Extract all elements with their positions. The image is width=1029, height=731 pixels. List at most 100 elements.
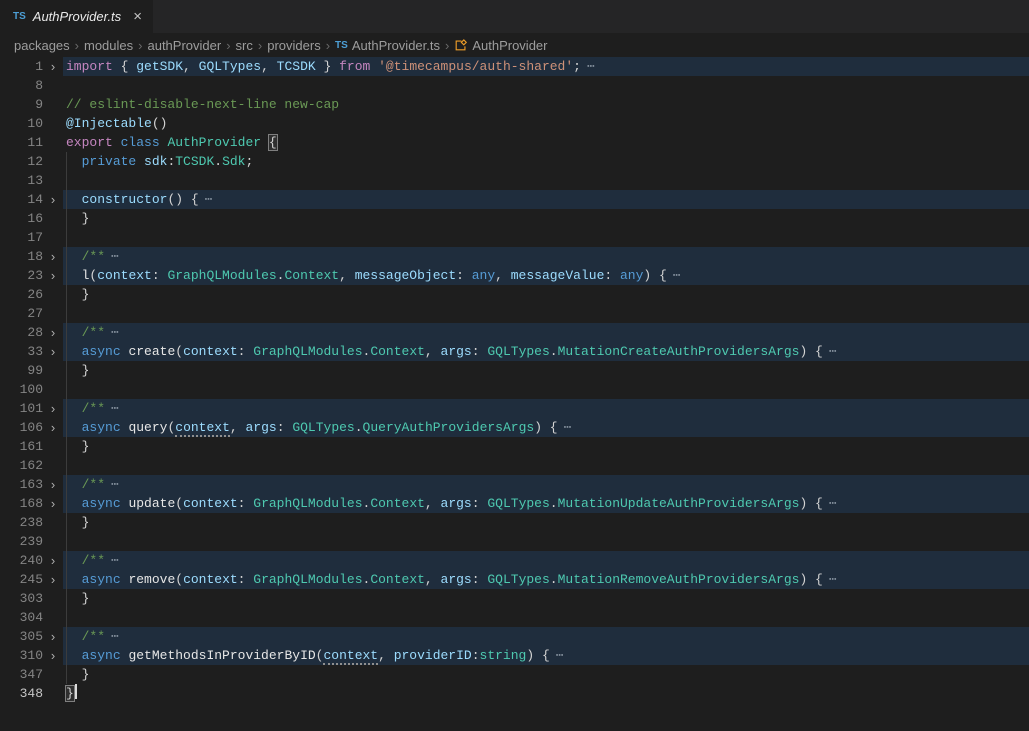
folded-code-ellipsis[interactable]: ⋯ [823, 344, 837, 359]
code-line[interactable]: 348} [0, 684, 1029, 703]
line-number: 310 [0, 646, 43, 665]
folded-code-ellipsis[interactable]: ⋯ [667, 268, 681, 283]
code-line[interactable]: 18› /**⋯ [0, 247, 1029, 266]
code-token: () [152, 116, 168, 131]
code-line[interactable]: 12 private sdk:TCSDK.Sdk; [0, 152, 1029, 171]
tab-authprovider[interactable]: TS AuthProvider.ts × [0, 0, 153, 33]
fold-chevron-icon[interactable]: › [43, 646, 63, 665]
code-line[interactable]: 101› /**⋯ [0, 399, 1029, 418]
code-line-content: } [63, 361, 1029, 380]
line-number: 238 [0, 513, 43, 532]
code-token: /** [82, 477, 105, 492]
code-token: Context [284, 268, 339, 283]
code-line[interactable]: 13 [0, 171, 1029, 190]
code-line[interactable]: 238 } [0, 513, 1029, 532]
code-line-content: } [63, 665, 1029, 684]
code-line[interactable]: 163› /**⋯ [0, 475, 1029, 494]
fold-chevron-icon[interactable]: › [43, 399, 63, 418]
code-line[interactable]: 304 [0, 608, 1029, 627]
fold-chevron-icon[interactable]: › [43, 418, 63, 437]
folded-code-ellipsis[interactable]: ⋯ [823, 496, 837, 511]
breadcrumb-item-authprovider-ts[interactable]: TSAuthProvider.ts [335, 38, 440, 53]
code-line[interactable]: 161 } [0, 437, 1029, 456]
code-line[interactable]: 14› constructor() {⋯ [0, 190, 1029, 209]
code-line[interactable]: 239 [0, 532, 1029, 551]
breadcrumb-label: authProvider [147, 38, 221, 53]
code-token: GQLTypes [487, 344, 549, 359]
code-line[interactable]: 162 [0, 456, 1029, 475]
gutter-spacer [43, 228, 63, 247]
breadcrumb-item-src[interactable]: src [236, 38, 253, 53]
close-icon[interactable]: × [133, 9, 142, 24]
fold-chevron-icon[interactable]: › [43, 570, 63, 589]
folded-code-ellipsis[interactable]: ⋯ [823, 572, 837, 587]
code-line[interactable]: 8 [0, 76, 1029, 95]
code-line[interactable]: 16 } [0, 209, 1029, 228]
code-line[interactable]: 310› async getMethodsInProviderByID(cont… [0, 646, 1029, 665]
line-number: 347 [0, 665, 43, 684]
fold-chevron-icon[interactable]: › [43, 475, 63, 494]
folded-code-ellipsis[interactable]: ⋯ [105, 553, 119, 568]
line-number: 161 [0, 437, 43, 456]
breadcrumb-item-authprovider[interactable]: authProvider [147, 38, 221, 53]
code-token: sdk [144, 154, 167, 169]
breadcrumb-item-authprovider[interactable]: AuthProvider [454, 38, 547, 53]
line-number: 245 [0, 570, 43, 589]
code-line-content: } [63, 513, 1029, 532]
folded-code-ellipsis[interactable]: ⋯ [105, 401, 119, 416]
code-line[interactable]: 168› async update(context: GraphQLModule… [0, 494, 1029, 513]
folded-code-ellipsis[interactable]: ⋯ [558, 420, 572, 435]
code-line[interactable]: 303 } [0, 589, 1029, 608]
code-line[interactable]: 347 } [0, 665, 1029, 684]
code-token: () { [167, 192, 198, 207]
code-token: context [183, 344, 238, 359]
breadcrumb-separator-icon: › [138, 38, 142, 53]
code-line[interactable]: 99 } [0, 361, 1029, 380]
folded-code-ellipsis[interactable]: ⋯ [105, 325, 119, 340]
code-line[interactable]: 26 } [0, 285, 1029, 304]
code-line[interactable]: 33› async create(context: GraphQLModules… [0, 342, 1029, 361]
code-line[interactable]: 23› l(context: GraphQLModules.Context, m… [0, 266, 1029, 285]
fold-chevron-icon[interactable]: › [43, 190, 63, 209]
breadcrumb-item-modules[interactable]: modules [84, 38, 133, 53]
code-line-content: } [63, 437, 1029, 456]
fold-chevron-icon[interactable]: › [43, 323, 63, 342]
code-line[interactable]: 17 [0, 228, 1029, 247]
code-line[interactable]: 28› /**⋯ [0, 323, 1029, 342]
fold-chevron-icon[interactable]: › [43, 57, 63, 76]
code-line-content: async remove(context: GraphQLModules.Con… [63, 570, 1029, 589]
code-token [66, 477, 82, 492]
code-line[interactable]: 9// eslint-disable-next-line new-cap [0, 95, 1029, 114]
code-token: } [66, 439, 89, 454]
folded-code-ellipsis[interactable]: ⋯ [581, 59, 595, 74]
folded-code-ellipsis[interactable]: ⋯ [105, 249, 119, 264]
fold-chevron-icon[interactable]: › [43, 266, 63, 285]
folded-code-ellipsis[interactable]: ⋯ [105, 629, 119, 644]
code-line-content: private sdk:TCSDK.Sdk; [63, 152, 1029, 171]
folded-code-ellipsis[interactable]: ⋯ [550, 648, 564, 663]
code-line[interactable]: 305› /**⋯ [0, 627, 1029, 646]
folded-code-ellipsis[interactable]: ⋯ [105, 477, 119, 492]
line-number: 305 [0, 627, 43, 646]
breadcrumb-item-packages[interactable]: packages [14, 38, 70, 53]
code-line[interactable]: 1›import { getSDK, GQLTypes, TCSDK } fro… [0, 57, 1029, 76]
folded-code-ellipsis[interactable]: ⋯ [199, 192, 213, 207]
code-token: ) { [643, 268, 666, 283]
code-line[interactable]: 11export class AuthProvider { [0, 133, 1029, 152]
code-line[interactable]: 100 [0, 380, 1029, 399]
code-line[interactable]: 27 [0, 304, 1029, 323]
code-line[interactable]: 240› /**⋯ [0, 551, 1029, 570]
fold-chevron-icon[interactable]: › [43, 551, 63, 570]
fold-chevron-icon[interactable]: › [43, 247, 63, 266]
code-token: MutationUpdateAuthProvidersArgs [558, 496, 800, 511]
code-line[interactable]: 245› async remove(context: GraphQLModule… [0, 570, 1029, 589]
code-line-content: // eslint-disable-next-line new-cap [63, 95, 1029, 114]
code-token: GraphQLModules [253, 496, 362, 511]
fold-chevron-icon[interactable]: › [43, 494, 63, 513]
fold-chevron-icon[interactable]: › [43, 342, 63, 361]
breadcrumb-item-providers[interactable]: providers [267, 38, 320, 53]
code-token: context [183, 572, 238, 587]
code-line[interactable]: 106› async query(context, args: GQLTypes… [0, 418, 1029, 437]
code-line[interactable]: 10@Injectable() [0, 114, 1029, 133]
fold-chevron-icon[interactable]: › [43, 627, 63, 646]
